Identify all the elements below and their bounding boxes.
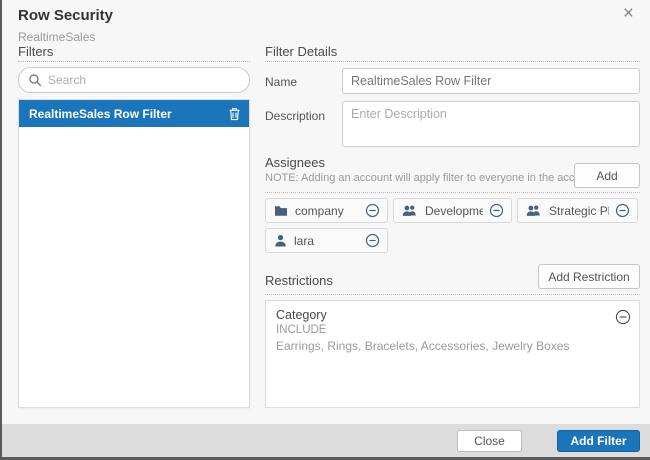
add-filter-button[interactable]: Add Filter [557,430,640,452]
add-assignee-button[interactable]: Add [574,163,640,188]
dialog-title: Row Security [18,7,113,24]
description-field[interactable] [342,101,640,147]
close-button[interactable]: Close [457,430,522,452]
filter-list: RealtimeSales Row Filter [18,99,250,408]
assignee-chip-label: company [295,204,359,218]
assignees-note: NOTE: Adding an account will apply filte… [265,172,599,184]
remove-assignee-icon[interactable] [365,203,380,218]
assignee-chip[interactable]: Development [393,198,512,223]
remove-assignee-icon[interactable] [489,203,504,218]
assignee-chips: company Development Strategic Pla... [265,198,645,258]
user-icon [274,234,287,247]
group-icon [526,204,542,217]
filters-divider [18,61,250,62]
restriction-list: Category INCLUDE Earrings, Rings, Bracel… [265,300,640,408]
restrictions-divider [265,294,640,295]
filter-search-box[interactable] [18,67,250,93]
search-input[interactable] [48,73,241,87]
close-icon[interactable]: × [619,4,638,24]
remove-restriction-icon[interactable] [615,309,631,325]
assignees-divider [265,192,640,193]
assignee-chip-label: lara [294,234,359,248]
dialog-footer: Close Add Filter [2,424,650,457]
filter-details-divider [265,61,640,62]
restriction-item: Category INCLUDE Earrings, Rings, Bracel… [266,301,639,353]
folder-icon [274,205,288,217]
remove-assignee-icon[interactable] [615,203,630,218]
assignee-chip-label: Development [425,204,483,218]
filter-item-label: RealtimeSales Row Filter [29,107,228,121]
dialog-subtitle: RealtimeSales [18,30,95,44]
filter-details-heading: Filter Details [265,44,337,59]
search-icon [28,73,42,87]
assignees-heading: Assignees [265,155,325,170]
filter-list-item[interactable]: RealtimeSales Row Filter [19,100,249,127]
description-label: Description [265,109,325,123]
name-label: Name [265,75,297,89]
group-icon [402,204,418,217]
restriction-mode: INCLUDE [276,324,609,336]
restrictions-heading: Restrictions [265,273,333,288]
assignee-chip-label: Strategic Pla... [549,204,609,218]
assignee-chip[interactable]: lara [265,228,388,253]
row-security-dialog: Row Security × RealtimeSales Filters Rea… [0,0,650,460]
name-field[interactable] [342,68,640,94]
delete-filter-icon[interactable] [228,107,241,121]
assignee-chip[interactable]: company [265,198,388,223]
restriction-field: Category [276,308,609,322]
filters-heading: Filters [18,44,53,59]
remove-assignee-icon[interactable] [365,233,380,248]
restriction-values: Earrings, Rings, Bracelets, Accessories,… [276,339,609,353]
add-restriction-button[interactable]: Add Restriction [538,264,640,289]
assignee-chip[interactable]: Strategic Pla... [517,198,638,223]
